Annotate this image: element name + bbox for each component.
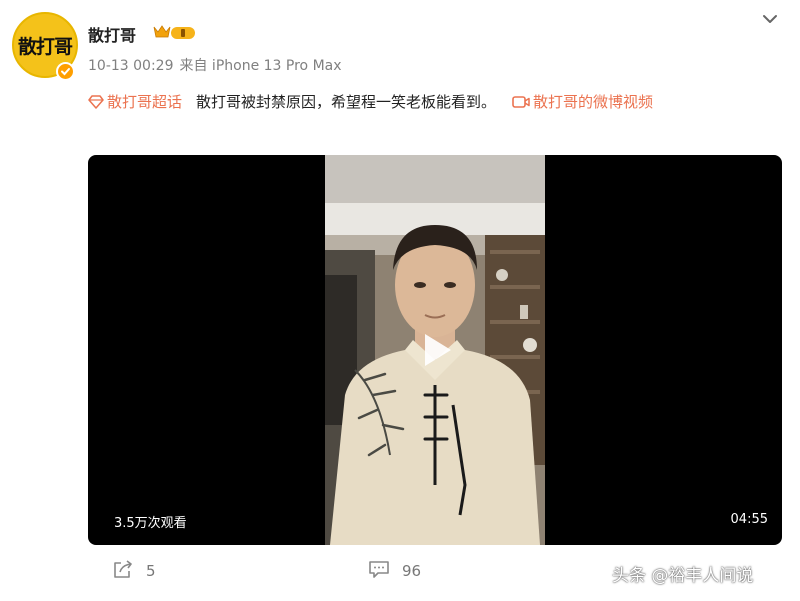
verified-badge-icon [56,62,75,81]
weibo-post: 散打哥 散打哥 10-13 00:29 来自 iPhone 13 Pro Max … [0,0,800,601]
chevron-down-icon[interactable] [761,12,779,26]
post-time[interactable]: 10-13 00:29 [88,58,173,74]
post-meta: 10-13 00:29 来自 iPhone 13 Pro Max [88,55,342,75]
post-body-text: 散打哥被封禁原因，希望程一笑老板能看到。 [196,93,497,111]
video-link-label: 散打哥的微博视频 [533,93,654,111]
avatar-text: 散打哥 [17,36,73,58]
comment-count: 96 [402,562,422,580]
play-icon[interactable] [413,328,457,372]
video-icon [512,90,530,118]
video-duration: 04:55 [730,512,768,527]
post-source: 来自 iPhone 13 Pro Max [179,58,342,74]
share-button[interactable]: 5 [112,559,156,584]
author-name[interactable]: 散打哥 [88,22,136,46]
video-link[interactable]: 散打哥的微博视频 [512,93,653,111]
share-count: 5 [146,562,156,580]
post-content: 散打哥超话 散打哥被封禁原因，希望程一笑老板能看到。 散打哥的微博视频 [88,88,778,118]
vip-crown-icon[interactable] [152,23,198,42]
super-topic-label: 散打哥超话 [107,93,183,111]
watermark: 头条 @裕丰人间说 [612,566,754,586]
share-icon [112,559,134,584]
view-count: 3.5万次观看 [114,516,187,531]
comment-button[interactable]: 96 [368,560,421,582]
super-topic-link[interactable]: 散打哥超话 [88,93,182,111]
diamond-icon [88,90,104,118]
comment-icon [368,559,390,584]
video-player[interactable]: 3.5万次观看 04:55 [88,155,782,545]
